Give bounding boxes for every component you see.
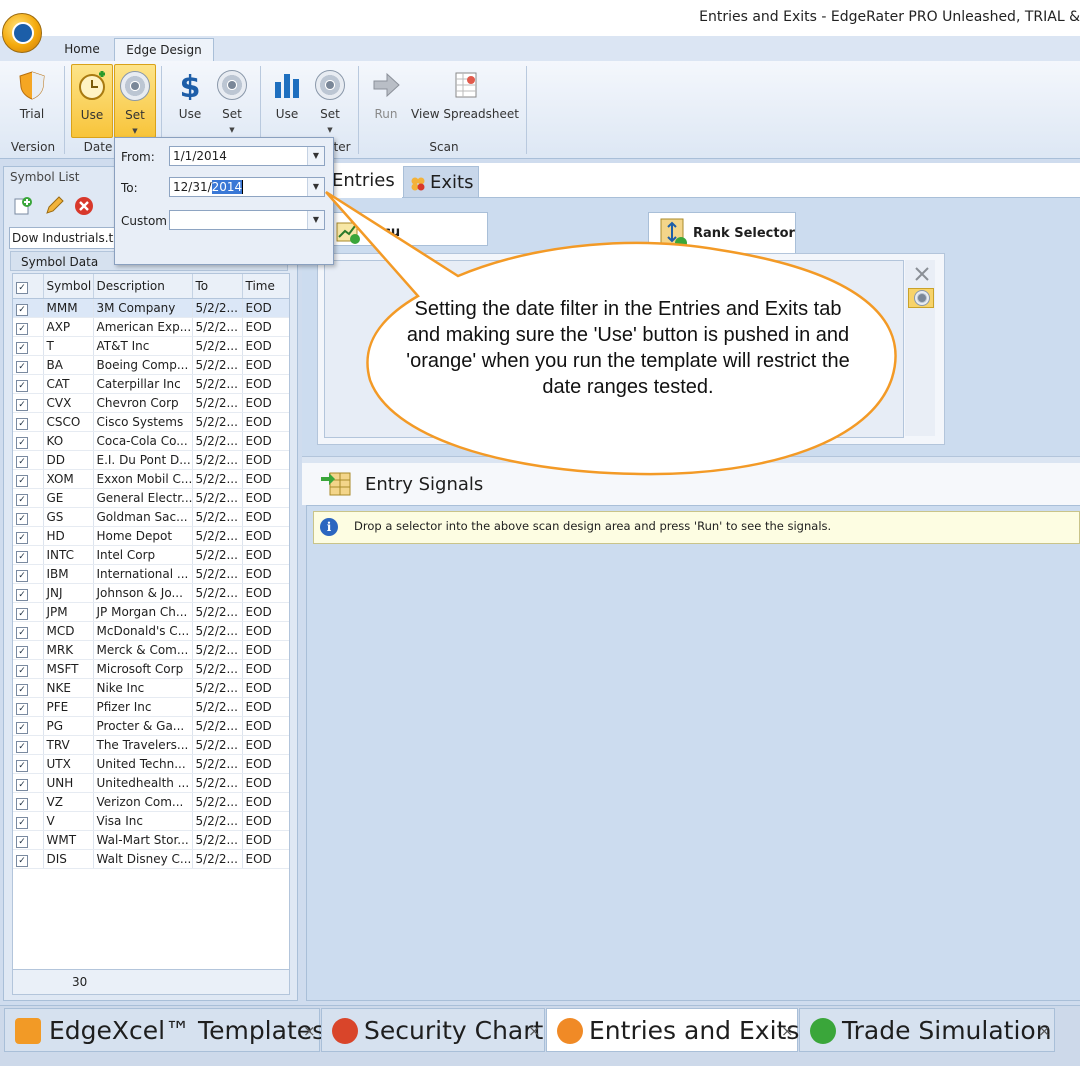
callout-bubble (325, 190, 897, 476)
callout-text: Setting the date filter in the Entries a… (406, 298, 850, 398)
